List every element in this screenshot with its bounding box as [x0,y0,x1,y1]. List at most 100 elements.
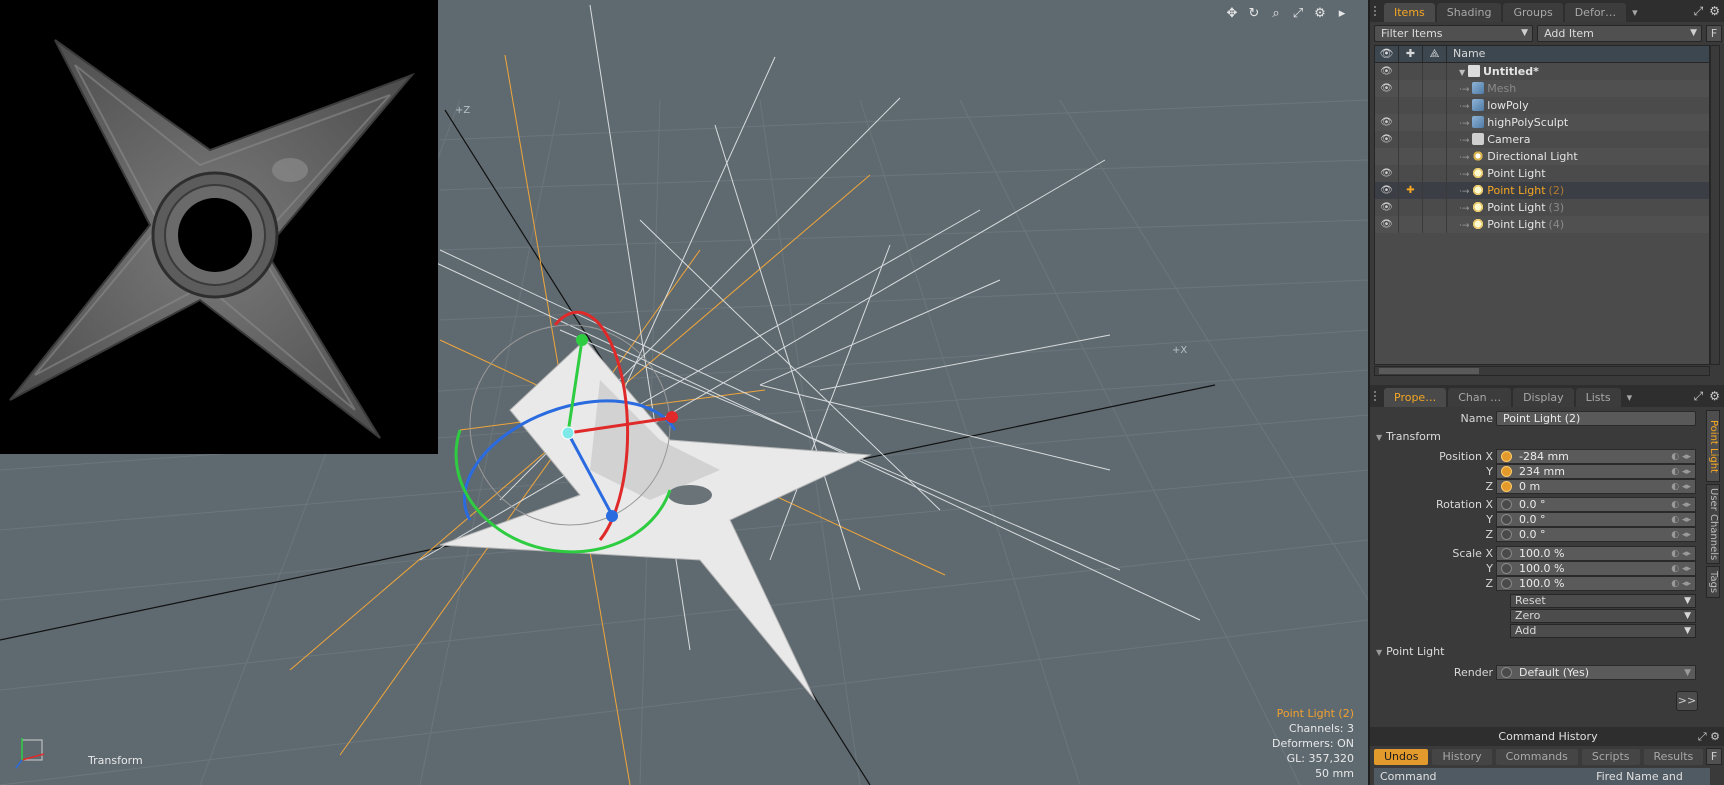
item-row[interactable]: 👁 ✚ ·→ Point Light (2) [1375,182,1709,199]
items-f-button[interactable]: F [1706,25,1722,42]
vtab-tags[interactable]: Tags [1706,566,1720,598]
type-toggle-icon[interactable] [1423,165,1447,182]
lock-toggle-icon[interactable]: ✚ [1399,182,1423,199]
stepper-icon[interactable]: ◐ ◂▸ [1671,548,1691,561]
type-toggle-icon[interactable] [1423,63,1447,80]
lock-toggle-icon[interactable] [1399,199,1423,216]
visibility-eye-icon[interactable] [1375,148,1399,165]
item-row[interactable]: ·→ lowPoly [1375,97,1709,114]
tab-undos[interactable]: Undos [1374,748,1429,765]
stepper-icon[interactable]: ◐ ◂▸ [1671,578,1691,591]
name-column-header[interactable]: Name [1447,46,1485,62]
stepper-icon[interactable]: ◐ ◂▸ [1671,451,1691,464]
vtab-point-light[interactable]: Point Light [1706,410,1720,482]
gear-icon[interactable]: ⚙ [1312,6,1328,22]
stepper-icon[interactable]: ◐ ◂▸ [1671,481,1691,494]
keyframe-dot-icon[interactable] [1501,451,1512,462]
item-row[interactable]: 👁 ·→ highPolySculpt [1375,114,1709,131]
lock-toggle-icon[interactable] [1399,114,1423,131]
visibility-eye-icon[interactable]: 👁 [1375,199,1399,216]
keyframe-dot-icon[interactable] [1501,514,1512,525]
type-toggle-icon[interactable] [1423,182,1447,199]
position-z-field[interactable]: 0 m ◐ ◂▸ [1496,479,1696,494]
item-list-hscrollbar[interactable] [1374,366,1710,376]
type-toggle-icon[interactable] [1423,97,1447,114]
tab-items[interactable]: Items [1384,3,1435,22]
stepper-icon[interactable]: ◐ ◂▸ [1671,499,1691,512]
keyframe-dot-icon[interactable] [1501,466,1512,477]
add-item-dropdown[interactable]: Add Item ▼ [1537,25,1703,42]
fired-name-column-header[interactable]: Fired Name and Argu [1590,768,1710,785]
gear-icon[interactable]: ⚙ [1709,389,1720,404]
expand-triangle-icon[interactable]: ▼ [1459,68,1468,77]
visibility-eye-icon[interactable]: 👁 [1375,63,1399,80]
visibility-eye-icon[interactable] [1375,97,1399,114]
lock-toggle-icon[interactable] [1399,216,1423,233]
visibility-eye-icon[interactable]: 👁 [1375,114,1399,131]
lock-toggle-icon[interactable] [1399,63,1423,80]
scale-y-field[interactable]: 100.0 % ◐ ◂▸ [1496,561,1696,576]
keyframe-dot-icon[interactable] [1501,563,1512,574]
render-dropdown[interactable]: Default (Yes) ▼ [1496,665,1696,680]
rotation-x-field[interactable]: 0.0 ° ◐ ◂▸ [1496,497,1696,512]
lock-toggle-icon[interactable] [1399,97,1423,114]
stepper-icon[interactable]: ◐ ◂▸ [1671,563,1691,576]
lock-toggle-icon[interactable] [1399,80,1423,97]
keyframe-dot-icon[interactable] [1501,499,1512,510]
type-toggle-icon[interactable] [1423,80,1447,97]
maximize-icon[interactable]: ⤢ [1290,6,1306,22]
tab-properties[interactable]: Prope… [1384,388,1447,407]
keyframe-dot-icon[interactable] [1501,667,1512,678]
item-row[interactable]: ·→ Directional Light [1375,148,1709,165]
stepper-icon[interactable]: ◐ ◂▸ [1671,514,1691,527]
stepper-icon[interactable]: ◐ ◂▸ [1671,529,1691,542]
maximize-icon[interactable]: ⤢ [1694,4,1704,19]
maximize-icon[interactable]: ⤢ [1694,389,1704,404]
scale-z-field[interactable]: 100.0 % ◐ ◂▸ [1496,576,1696,591]
type-column-icon[interactable]: ⟁ [1423,46,1447,62]
rotation-y-field[interactable]: 0.0 ° ◐ ◂▸ [1496,512,1696,527]
vtab-user-channels[interactable]: User Channels [1706,484,1720,564]
keyframe-dot-icon[interactable] [1501,481,1512,492]
item-row[interactable]: 👁 ·→ Point Light [1375,165,1709,182]
visibility-eye-icon[interactable]: 👁 [1375,182,1399,199]
gear-icon[interactable]: ⚙ [1710,730,1720,743]
name-field[interactable]: Point Light (2) [1496,411,1696,426]
lock-toggle-icon[interactable] [1399,165,1423,182]
lock-column-icon[interactable]: ✚ [1399,46,1423,62]
stepper-icon[interactable]: ◐ ◂▸ [1671,466,1691,479]
command-column-header[interactable]: Command [1374,768,1590,785]
rotation-z-field[interactable]: 0.0 ° ◐ ◂▸ [1496,527,1696,542]
zero-dropdown[interactable]: Zero ▼ [1510,609,1696,623]
visibility-eye-icon[interactable]: 👁 [1375,131,1399,148]
position-x-field[interactable]: -284 mm ◐ ◂▸ [1496,449,1696,464]
tab-shading[interactable]: Shading [1436,3,1502,22]
item-list[interactable]: 👁 ✚ ⟁ Name 👁 ▼ Untitled* 👁 ·→ Mesh ·→ lowPol… [1374,45,1710,365]
move-icon[interactable]: ✥ [1224,6,1240,22]
tab-menu-icon[interactable]: ▾ [1628,3,1642,22]
visibility-column-eye-icon[interactable]: 👁 [1375,46,1399,62]
lock-toggle-icon[interactable] [1399,131,1423,148]
lock-toggle-icon[interactable] [1399,148,1423,165]
keyframe-dot-icon[interactable] [1501,529,1512,540]
zoom-icon[interactable]: ⌕ [1268,6,1284,22]
item-row[interactable]: 👁 ·→ Point Light (3) [1375,199,1709,216]
tab-groups[interactable]: Groups [1503,3,1563,22]
visibility-eye-icon[interactable]: 👁 [1375,216,1399,233]
tab-display[interactable]: Display [1513,388,1574,407]
type-toggle-icon[interactable] [1423,131,1447,148]
keyframe-dot-icon[interactable] [1501,578,1512,589]
gear-icon[interactable]: ⚙ [1709,4,1720,19]
visibility-eye-icon[interactable]: 👁 [1375,80,1399,97]
tab-history[interactable]: History [1432,748,1492,765]
reset-dropdown[interactable]: Reset ▼ [1510,594,1696,608]
visibility-eye-icon[interactable]: 👁 [1375,165,1399,182]
type-toggle-icon[interactable] [1423,148,1447,165]
add-dropdown[interactable]: Add ▼ [1510,624,1696,638]
grip-icon[interactable] [1374,391,1380,401]
3d-viewport[interactable]: +Z +X ✥ ↻ ⌕ ⤢ ⚙ ▸ Transform Point Light … [0,0,1368,785]
item-row[interactable]: 👁 ▼ Untitled* [1375,63,1709,80]
tab-results[interactable]: Results [1643,748,1704,765]
command-f-button[interactable]: F [1706,748,1722,765]
type-toggle-icon[interactable] [1423,199,1447,216]
